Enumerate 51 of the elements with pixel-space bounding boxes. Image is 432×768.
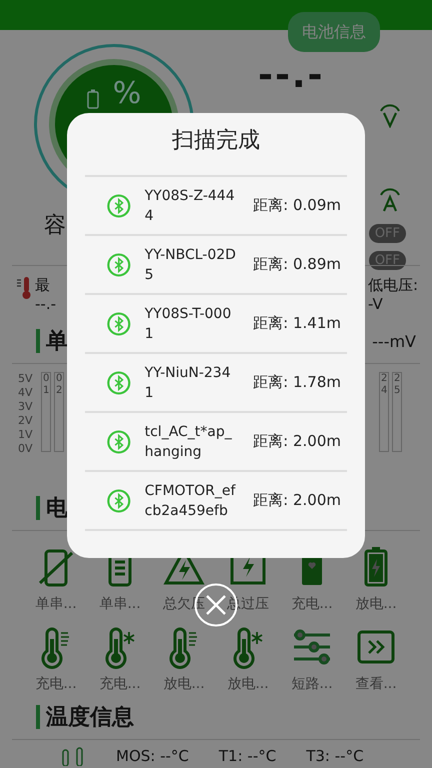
section-title: 单 bbox=[46, 328, 68, 356]
temperature-reading: MOS: --°C bbox=[116, 747, 189, 765]
alarm-label[interactable]: 放电... bbox=[227, 675, 269, 693]
cell-bar: 24 bbox=[379, 372, 389, 452]
axis-label: 0V bbox=[18, 442, 34, 456]
current-icon bbox=[378, 186, 402, 212]
axis-label: 5V bbox=[18, 372, 34, 386]
device-item[interactable]: CFMOTOR_efcb2a459efb 距离: 2.00m bbox=[85, 472, 347, 531]
capacity-label: 容 bbox=[44, 212, 66, 240]
voltage-readout: --.- bbox=[258, 56, 324, 96]
section-title: 温度信息 bbox=[46, 704, 134, 732]
axis-label: 3V bbox=[18, 400, 34, 414]
alarm-label[interactable]: 单串... bbox=[35, 595, 77, 613]
cell-bar: 25 bbox=[392, 372, 402, 452]
bluetooth-icon bbox=[107, 370, 131, 396]
alarm-label[interactable]: 充电... bbox=[35, 675, 77, 693]
section-title: 电 bbox=[46, 495, 68, 523]
stat-value: --.- bbox=[35, 295, 56, 313]
cell-bar: 01 bbox=[41, 372, 51, 452]
device-item[interactable]: YY08S-T-0001 距离: 1.41m bbox=[85, 295, 347, 354]
stat-value: -V bbox=[368, 295, 384, 313]
alarm-label[interactable]: 查看... bbox=[355, 675, 397, 693]
device-item[interactable]: YY-NiuN-2341 距离: 1.78m bbox=[85, 354, 347, 413]
cell-reading: ---mV bbox=[372, 332, 416, 350]
alarm-label[interactable]: 充电... bbox=[291, 595, 333, 613]
axis-label: 4V bbox=[18, 386, 34, 400]
bluetooth-icon bbox=[107, 192, 131, 218]
battery-icon bbox=[86, 89, 99, 109]
cell-bar: 02 bbox=[54, 372, 64, 452]
stat-label: 低电压: bbox=[368, 276, 420, 295]
bluetooth-icon bbox=[107, 252, 131, 278]
device-item[interactable]: YY-NBCL-02D5 距离: 0.89m bbox=[85, 236, 347, 295]
axis-label: 1V bbox=[18, 428, 34, 442]
alarm-label[interactable]: 单串... bbox=[99, 595, 141, 613]
alarm-label[interactable]: 短路... bbox=[291, 675, 333, 693]
percent-text: % bbox=[112, 79, 142, 109]
alarm-label[interactable]: 放电... bbox=[163, 675, 205, 693]
dialog-title: 扫描完成 bbox=[172, 127, 260, 155]
axis-label: 2V bbox=[18, 414, 34, 428]
bluetooth-icon bbox=[107, 488, 131, 514]
voltage-icon bbox=[378, 102, 402, 128]
stat-label: 最 bbox=[35, 276, 51, 295]
alarm-label[interactable]: 充电... bbox=[99, 675, 141, 693]
device-item[interactable]: YY08S-Z-4444 距离: 0.09m bbox=[85, 177, 347, 236]
temperature-reading: T3: --°C bbox=[306, 747, 364, 765]
alarm-label[interactable]: 放电... bbox=[355, 595, 397, 613]
bluetooth-icon bbox=[107, 310, 131, 336]
bluetooth-icon bbox=[107, 428, 131, 454]
battery-info-bubble[interactable]: 电池信息 bbox=[288, 12, 380, 52]
device-item[interactable]: tcl_AC_t*ap_hanging 距离: 2.00m bbox=[85, 413, 347, 472]
temperature-reading: T1: --°C bbox=[218, 747, 276, 765]
